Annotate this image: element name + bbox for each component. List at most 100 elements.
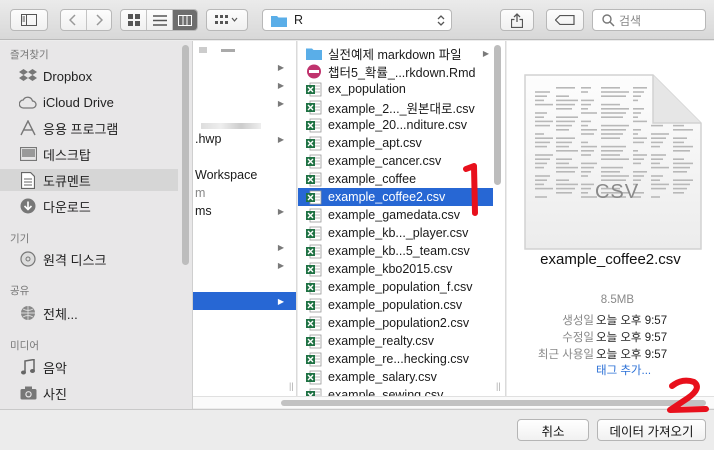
file-row[interactable]: example_coffee bbox=[298, 170, 493, 188]
column-resize-handle[interactable]: || bbox=[289, 381, 294, 391]
tag-button[interactable] bbox=[546, 9, 584, 31]
folder-row[interactable]: ▶ bbox=[193, 256, 296, 274]
search-field[interactable]: 검색 bbox=[592, 9, 706, 31]
preview-text-line bbox=[581, 154, 591, 156]
file-row[interactable]: example_realty.csv bbox=[298, 332, 493, 350]
preview-text-line bbox=[673, 137, 687, 139]
folder-row[interactable]: 실전예제 markdown 파일 ▶ bbox=[298, 44, 493, 62]
arrange-icon bbox=[215, 15, 238, 24]
preview-text-line bbox=[633, 175, 644, 177]
sidebar-item-label: 데스크탑 bbox=[43, 147, 91, 163]
file-row[interactable]: example_coffee2.csv bbox=[298, 188, 493, 206]
file-row[interactable]: example_gamedata.csv bbox=[298, 206, 493, 224]
preview-text-line bbox=[633, 137, 647, 139]
file-row[interactable]: example_apt.csv bbox=[298, 134, 493, 152]
preview-text-line bbox=[601, 133, 623, 135]
disc-icon bbox=[18, 250, 38, 268]
folder-row-workspace[interactable]: Workspace bbox=[193, 166, 296, 184]
file-name: example_re...hecking.csv bbox=[328, 352, 470, 366]
parent-column: ▶ ▶ ▶ .hwp ▶ Workspace m ms ▶ ▶ ▶ ▶ || bbox=[193, 41, 297, 396]
preview-text-line bbox=[673, 158, 684, 160]
folder-row[interactable]: ▶ bbox=[193, 238, 296, 256]
file-list-scrollbar[interactable] bbox=[494, 45, 501, 185]
dropbox-icon bbox=[18, 67, 38, 85]
preview-text-line bbox=[581, 171, 591, 173]
blurred-item bbox=[221, 49, 235, 52]
file-row[interactable]: example_kbo2015.csv bbox=[298, 260, 493, 278]
file-row[interactable]: example_sewing.csv bbox=[298, 386, 493, 396]
excel-file-icon bbox=[306, 226, 322, 240]
folder-row[interactable]: ▶ bbox=[193, 58, 296, 76]
cancel-button[interactable]: 취소 bbox=[517, 419, 589, 441]
sidebar-item-applications[interactable]: 응용 프로그램 bbox=[0, 117, 178, 139]
folder-row[interactable]: ▶ bbox=[193, 76, 296, 94]
preview-text-line bbox=[535, 137, 553, 139]
search-placeholder: 검색 bbox=[619, 13, 642, 28]
sidebar-item-documents[interactable]: 도큐멘트 bbox=[0, 169, 178, 191]
icon-view-button[interactable] bbox=[121, 10, 147, 30]
location-popup[interactable]: R bbox=[262, 9, 452, 31]
preview-text-line bbox=[601, 91, 629, 93]
sidebar-toggle-button[interactable] bbox=[10, 9, 48, 31]
sidebar-item-music[interactable]: 음악 bbox=[0, 356, 178, 378]
excel-file-icon bbox=[306, 154, 322, 168]
folder-row-r[interactable]: ▶ bbox=[193, 292, 296, 310]
preview-text-line bbox=[601, 150, 623, 152]
preview-text-line bbox=[556, 95, 569, 97]
forward-button[interactable] bbox=[87, 10, 112, 30]
sidebar-item-photos[interactable]: 사진 bbox=[0, 382, 178, 404]
back-button[interactable] bbox=[61, 10, 87, 30]
preview-text-line bbox=[633, 162, 641, 165]
horizontal-scrollbar[interactable] bbox=[193, 396, 714, 408]
preview-text-line bbox=[581, 175, 588, 177]
file-row[interactable]: example_kb...5_team.csv bbox=[298, 242, 493, 260]
shared-header: 공유 bbox=[10, 285, 30, 297]
preview-text-line bbox=[556, 150, 578, 152]
document-type-label: CSV bbox=[594, 181, 640, 203]
sidebar-item-dropbox[interactable]: Dropbox bbox=[0, 65, 178, 87]
sidebar-item-all-shared[interactable]: 전체... bbox=[0, 302, 178, 324]
preview-text-line bbox=[535, 99, 544, 102]
folder-row[interactable]: m bbox=[193, 184, 296, 202]
preview-text-line bbox=[556, 145, 569, 148]
file-row[interactable]: example_salary.csv bbox=[298, 368, 493, 386]
file-row[interactable]: 챕터5_확률_...rkdown.Rmd bbox=[298, 62, 493, 80]
import-data-button[interactable]: 데이터 가져오기 bbox=[597, 419, 706, 441]
add-tags-link[interactable]: 태그 추가... bbox=[596, 362, 651, 378]
file-row[interactable]: example_2..._원본대로.csv bbox=[298, 98, 493, 116]
sidebar-item-label: 사진 bbox=[43, 386, 67, 402]
file-row[interactable]: example_cancer.csv bbox=[298, 152, 493, 170]
file-row[interactable]: example_kb..._player.csv bbox=[298, 224, 493, 242]
preview-pane: CSV example_coffee2.csv 8.5MB 생성일 오늘 오후 9… bbox=[507, 41, 714, 396]
file-row[interactable]: example_re...hecking.csv bbox=[298, 350, 493, 368]
share-button[interactable] bbox=[500, 9, 534, 31]
last-opened-label: 최근 사용일 bbox=[537, 349, 594, 361]
preview-text-line bbox=[673, 166, 690, 169]
sidebar-scrollbar[interactable] bbox=[182, 45, 189, 265]
folder-row[interactable]: ms ▶ bbox=[193, 202, 296, 220]
folder-row[interactable]: ▶ bbox=[193, 94, 296, 112]
sidebar-item-downloads[interactable]: 다운로드 bbox=[0, 195, 178, 217]
file-row[interactable]: .hwp ▶ bbox=[193, 130, 296, 148]
modified-label: 수정일 bbox=[562, 332, 594, 344]
file-row[interactable]: example_population2.csv bbox=[298, 314, 493, 332]
sidebar-item-remote-disc[interactable]: 원격 디스크 bbox=[0, 248, 178, 270]
preview-text-line bbox=[581, 99, 594, 102]
column-resize-handle[interactable]: || bbox=[496, 381, 501, 391]
sidebar-item-label: Dropbox bbox=[43, 68, 93, 84]
preview-text-line bbox=[673, 145, 693, 148]
preview-text-line bbox=[601, 116, 623, 118]
preview-text-line bbox=[633, 120, 647, 123]
column-view-button[interactable] bbox=[173, 10, 197, 30]
sidebar-item-icloud[interactable]: iCloud Drive bbox=[0, 91, 178, 113]
sidebar-item-desktop[interactable]: 데스크탑 bbox=[0, 143, 178, 165]
file-row[interactable]: example_20...nditure.csv bbox=[298, 116, 493, 134]
file-row[interactable]: ex_population bbox=[298, 80, 493, 98]
file-row[interactable]: example_population.csv bbox=[298, 296, 493, 314]
preview-text-line bbox=[535, 183, 544, 186]
list-view-button[interactable] bbox=[147, 10, 173, 30]
disclosure-arrow-icon: ▶ bbox=[482, 48, 489, 58]
file-row[interactable]: example_population_f.csv bbox=[298, 278, 493, 296]
arrange-button[interactable] bbox=[206, 9, 248, 31]
horizontal-scroll-thumb[interactable] bbox=[281, 400, 706, 406]
